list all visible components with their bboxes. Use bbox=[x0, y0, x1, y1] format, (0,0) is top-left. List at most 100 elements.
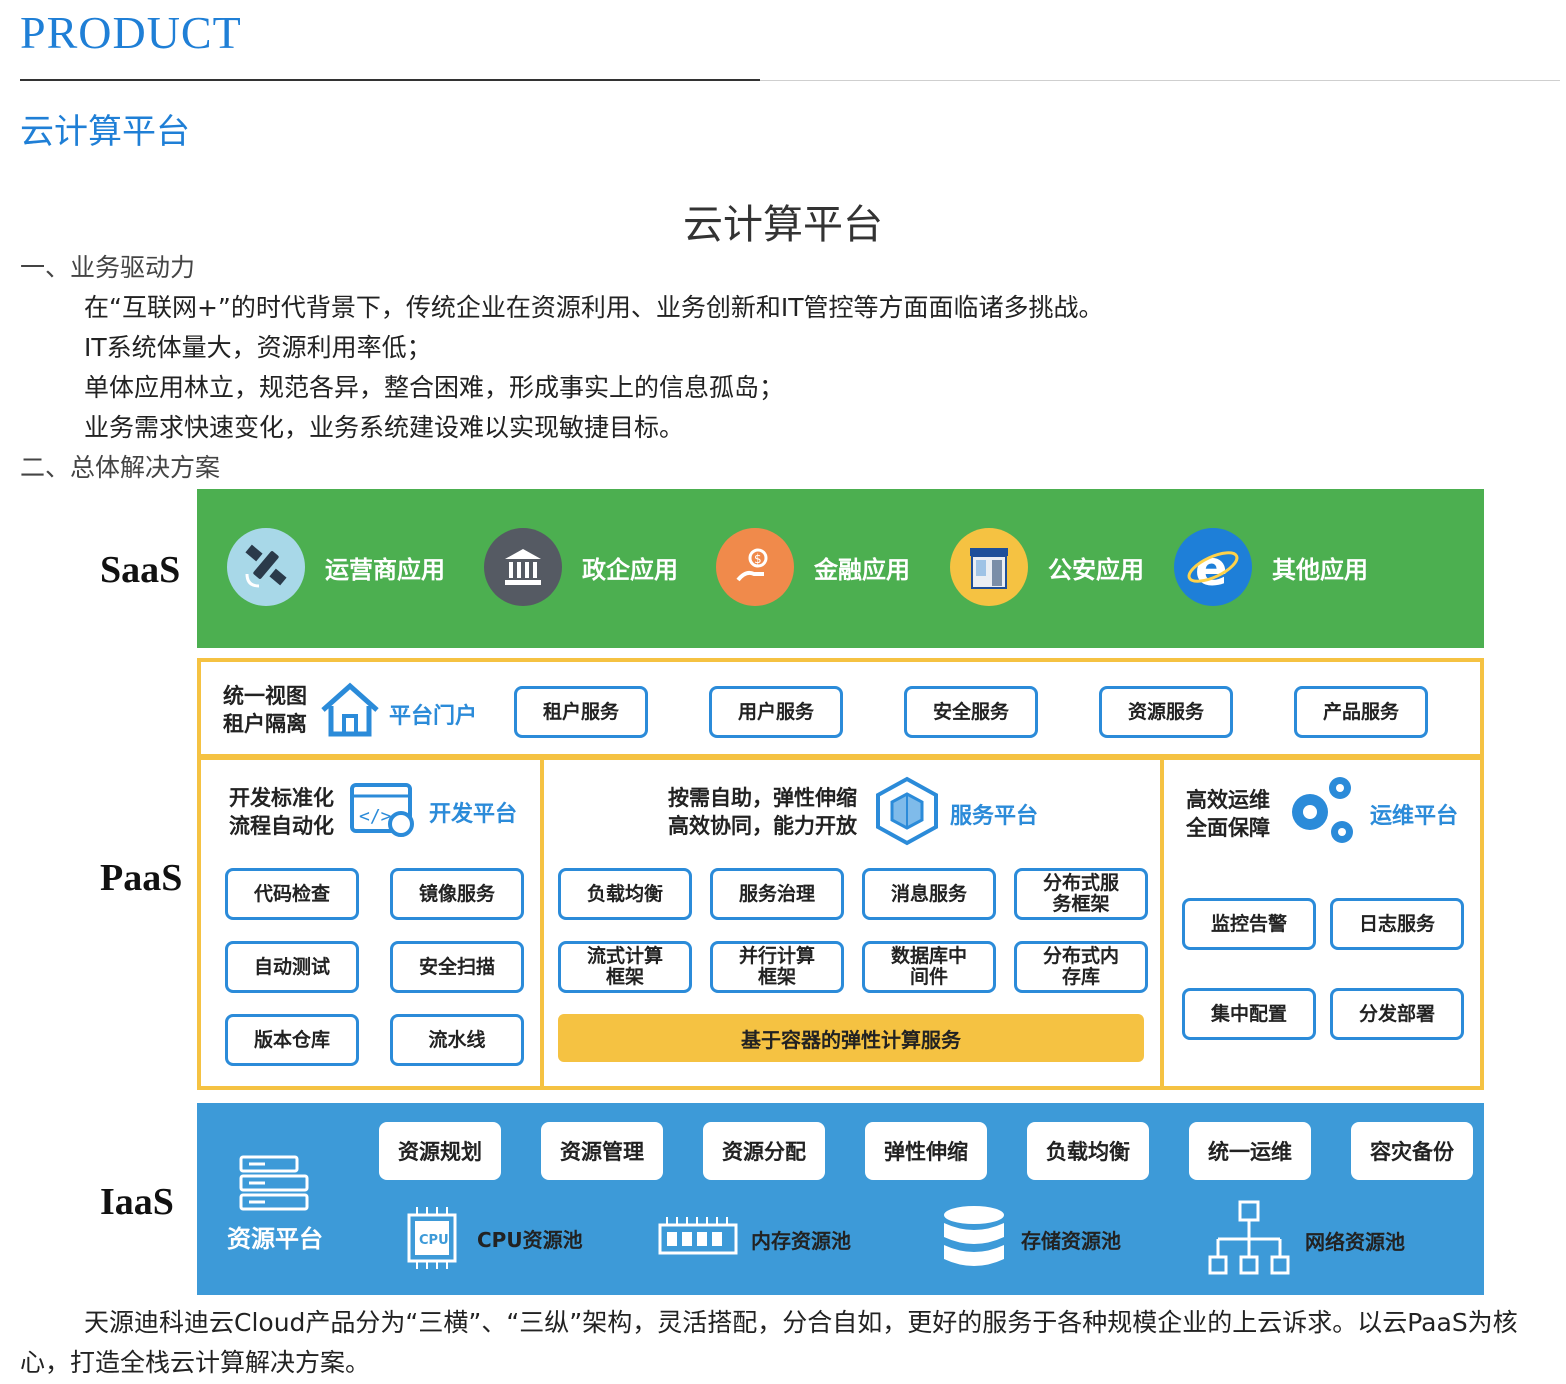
service-tag: 按需自助，弹性伸缩 高效协同，能力开放 bbox=[668, 784, 857, 840]
service-item-parallel-computing: 并行计算框架 bbox=[710, 941, 844, 993]
dev-platform-name: 开发平台 bbox=[429, 802, 518, 827]
iaas-service-load-balance: 负载均衡 bbox=[1027, 1122, 1149, 1180]
portal-service-product: 产品服务 bbox=[1294, 686, 1428, 738]
house-icon bbox=[319, 680, 381, 745]
pool-storage: 存储资源池 bbox=[939, 1203, 1121, 1275]
portal-tag-line: 租户隔离 bbox=[223, 712, 307, 736]
pool-label: 内存资源池 bbox=[751, 1228, 851, 1253]
pool-label: 存储资源池 bbox=[1021, 1228, 1121, 1253]
finance-hand-coin-icon: $ bbox=[716, 528, 794, 606]
memory-icon bbox=[658, 1217, 738, 1255]
product-label: PRODUCT bbox=[20, 7, 242, 58]
paas-dev-platform: 开发标准化 流程自动化 </> 开发平台 代码检查 镜像服务 自动测试 安全扫描… bbox=[197, 756, 544, 1090]
iaas-service-elastic: 弹性伸缩 bbox=[865, 1122, 987, 1180]
article-title: 云计算平台 bbox=[683, 202, 883, 248]
paas-ops-platform: 高效运维 全面保障 运维平台 监控告警 日志服务 集中配置 分发部署 bbox=[1160, 756, 1484, 1090]
service-item-distributed-memory: 分布式内存库 bbox=[1014, 941, 1148, 993]
footer-paragraph: 天源迪科迪云Cloud产品分为“三横”、“三纵”架构，灵活搭配，分合自如，更好的… bbox=[20, 1308, 1518, 1377]
cpu-chip-text: CPU bbox=[419, 1233, 449, 1248]
paragraph-1: 在“互联网+”的时代背景下，传统企业在资源利用、业务创新和IT管控等方面面临诸多… bbox=[84, 293, 1104, 322]
pool-network: 网络资源池 bbox=[1207, 1199, 1405, 1281]
browser-e-icon: e bbox=[1174, 528, 1252, 606]
service-item-message: 消息服务 bbox=[862, 868, 996, 920]
service-item-distributed-framework: 分布式服务框架 bbox=[1014, 868, 1148, 920]
paas-layer-label: PaaS bbox=[100, 857, 183, 899]
saas-item-other: e 其他应用 bbox=[1174, 527, 1368, 607]
saas-item-government: 政企应用 bbox=[484, 527, 678, 607]
iaas-service-unified-ops: 统一运维 bbox=[1189, 1122, 1311, 1180]
paragraph-4: 业务需求快速变化，业务系统建设难以实现敏捷目标。 bbox=[84, 413, 685, 442]
service-tag-line: 高效协同，能力开放 bbox=[668, 814, 857, 838]
heading-business-drivers: 一、业务驱动力 bbox=[20, 253, 196, 282]
police-booth-icon bbox=[950, 528, 1028, 606]
portal-service-user: 用户服务 bbox=[709, 686, 843, 738]
dev-tag: 开发标准化 流程自动化 bbox=[229, 784, 334, 840]
pool-cpu: CPU CPU资源池 bbox=[399, 1205, 583, 1271]
saas-item-label: 其他应用 bbox=[1272, 555, 1368, 584]
code-gear-icon: </> bbox=[349, 782, 417, 845]
iaas-service-allocation: 资源分配 bbox=[703, 1122, 825, 1180]
saas-item-police: 公安应用 bbox=[950, 527, 1144, 607]
ops-item-config: 集中配置 bbox=[1182, 988, 1316, 1040]
saas-item-label: 政企应用 bbox=[582, 555, 678, 584]
saas-item-carrier: 运营商应用 bbox=[227, 527, 445, 607]
gears-icon bbox=[1284, 774, 1360, 853]
iaas-service-disaster-backup: 容灾备份 bbox=[1351, 1122, 1473, 1180]
ops-item-deploy: 分发部署 bbox=[1330, 988, 1464, 1040]
portal-platform-name: 平台门户 bbox=[389, 704, 478, 729]
dev-item-auto-test: 自动测试 bbox=[225, 941, 359, 993]
container-elastic-compute-bar: 基于容器的弹性计算服务 bbox=[558, 1014, 1144, 1062]
dev-tag-line: 开发标准化 bbox=[229, 786, 334, 810]
service-item-governance: 服务治理 bbox=[710, 868, 844, 920]
pool-label: CPU资源池 bbox=[477, 1227, 583, 1252]
paragraph-3: 单体应用林立，规范各异，整合困难，形成事实上的信息孤岛； bbox=[84, 373, 785, 402]
network-topology-icon bbox=[1208, 1200, 1290, 1275]
saas-item-finance: $ 金融应用 bbox=[716, 527, 910, 607]
service-tag-line: 按需自助，弹性伸缩 bbox=[668, 786, 857, 810]
paas-portal-row: 统一视图 租户隔离 平台门户 租户服务 用户服务 安全服务 资源服务 产品服务 bbox=[197, 658, 1484, 758]
portal-tag: 统一视图 租户隔离 bbox=[223, 682, 307, 738]
paragraph-2: IT系统体量大，资源利用率低； bbox=[84, 333, 432, 362]
dev-item-code-check: 代码检查 bbox=[225, 868, 359, 920]
service-item-db-middleware: 数据库中间件 bbox=[862, 941, 996, 993]
government-building-icon bbox=[484, 528, 562, 606]
header-divider bbox=[20, 79, 760, 81]
ops-tag-line: 全面保障 bbox=[1186, 816, 1270, 840]
satellite-icon bbox=[227, 528, 305, 606]
dev-item-security-scan: 安全扫描 bbox=[390, 941, 524, 993]
iaas-layer-label: IaaS bbox=[100, 1181, 174, 1223]
iaas-layer: 资源平台 资源规划 资源管理 资源分配 弹性伸缩 负载均衡 统一运维 容灾备份 … bbox=[197, 1103, 1484, 1295]
saas-layer-label: SaaS bbox=[100, 549, 181, 591]
saas-layer: 运营商应用 政企应用 $ 金融应用 公安应用 e 其他应用 bbox=[197, 489, 1484, 648]
resource-platform-label: 资源平台 bbox=[227, 1225, 323, 1253]
ops-tag-line: 高效运维 bbox=[1186, 788, 1270, 812]
svg-text:</>: </> bbox=[359, 806, 392, 827]
cpu-icon: CPU bbox=[407, 1207, 457, 1269]
header-divider-light bbox=[760, 80, 1560, 81]
ops-platform-name: 运维平台 bbox=[1370, 804, 1459, 829]
database-icon bbox=[944, 1206, 1004, 1266]
service-item-load-balance: 负载均衡 bbox=[558, 868, 692, 920]
saas-item-label: 金融应用 bbox=[814, 555, 910, 584]
dev-item-pipeline: 流水线 bbox=[390, 1014, 524, 1066]
ops-item-logging: 日志服务 bbox=[1330, 898, 1464, 950]
cube-network-icon bbox=[874, 776, 940, 851]
dev-tag-line: 流程自动化 bbox=[229, 814, 334, 838]
portal-service-resource: 资源服务 bbox=[1099, 686, 1233, 738]
pool-label: 网络资源池 bbox=[1305, 1229, 1405, 1254]
portal-service-tenant: 租户服务 bbox=[514, 686, 648, 738]
service-item-stream-computing: 流式计算框架 bbox=[558, 941, 692, 993]
portal-tag-line: 统一视图 bbox=[223, 684, 307, 708]
svg-text:e: e bbox=[1195, 541, 1228, 595]
iaas-service-management: 资源管理 bbox=[541, 1122, 663, 1180]
dev-item-image-service: 镜像服务 bbox=[390, 868, 524, 920]
pool-memory: 内存资源池 bbox=[657, 1215, 851, 1263]
saas-item-label: 公安应用 bbox=[1048, 555, 1144, 584]
ops-item-monitoring: 监控告警 bbox=[1182, 898, 1316, 950]
svg-text:$: $ bbox=[754, 552, 762, 566]
dev-item-version-repo: 版本仓库 bbox=[225, 1014, 359, 1066]
service-platform-name: 服务平台 bbox=[950, 804, 1039, 829]
saas-item-label: 运营商应用 bbox=[325, 555, 445, 584]
section-title: 云计算平台 bbox=[20, 112, 190, 152]
server-stack-icon bbox=[239, 1155, 309, 1216]
